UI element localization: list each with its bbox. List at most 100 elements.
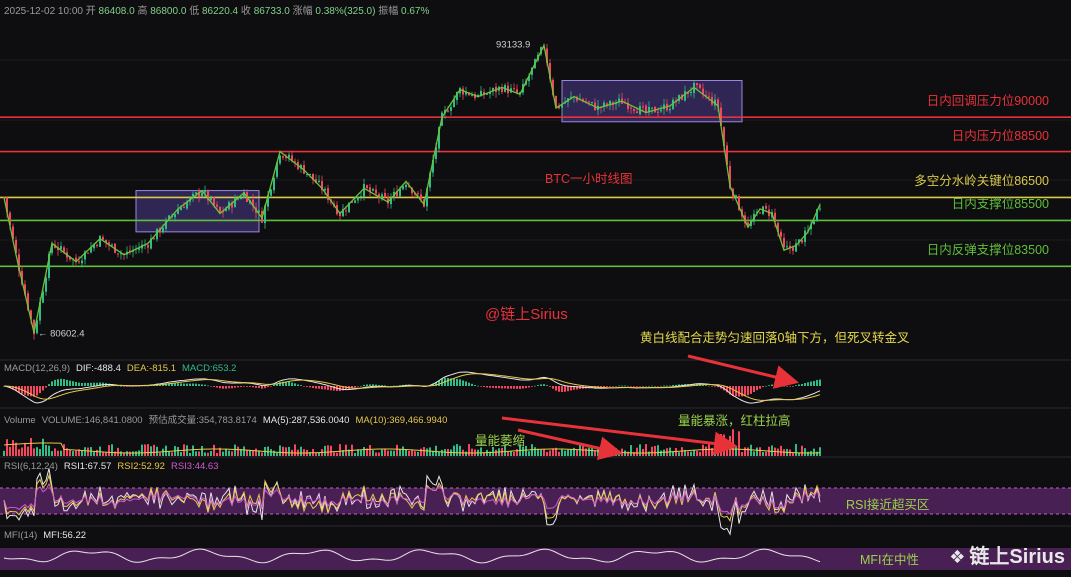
volume-bar	[687, 451, 689, 456]
volume-bar	[558, 451, 560, 456]
volume-bar	[135, 451, 137, 456]
candle-body	[684, 91, 686, 101]
macd-bar	[552, 386, 554, 389]
volume-bar	[759, 447, 761, 456]
volume-bar	[813, 448, 815, 456]
candle-body	[204, 190, 206, 193]
volume-bar	[540, 449, 542, 456]
volume-bar	[807, 451, 809, 456]
volume-bar	[390, 450, 392, 456]
macd-bar	[258, 386, 260, 389]
macd-bar	[657, 386, 659, 387]
macd-bar	[234, 386, 236, 388]
volume-bar	[624, 450, 626, 456]
volume-bar	[438, 451, 440, 456]
volume-bar	[747, 447, 749, 456]
macd-bar	[42, 386, 44, 391]
volume-bar	[222, 451, 224, 456]
candle-body	[210, 197, 212, 201]
candle-body	[96, 244, 98, 246]
volume-bar	[147, 444, 149, 456]
macd-bar	[528, 386, 530, 388]
volume-bar	[165, 445, 167, 456]
macd-bar	[519, 386, 521, 389]
macd-bar	[714, 386, 716, 387]
volume-spike-note: 量能暴涨，红柱拉高	[678, 414, 791, 428]
candle-body	[783, 237, 785, 248]
candle-body	[765, 205, 767, 209]
volume-bar	[588, 447, 590, 456]
macd-bar	[228, 386, 230, 389]
macd-bar	[762, 386, 764, 388]
macd-bar	[51, 381, 53, 386]
macd-bar	[789, 386, 791, 387]
volume-bar	[6, 439, 8, 456]
volume-bar	[756, 447, 758, 456]
candle-body	[372, 188, 374, 191]
macd-bar	[786, 386, 788, 387]
datetime: 2025-12-02 10:00	[4, 6, 83, 17]
volume-bar	[360, 450, 362, 456]
macd-bar	[816, 380, 818, 386]
candle-body	[690, 91, 692, 94]
macd-bar	[771, 384, 773, 386]
macd-bar	[765, 385, 767, 387]
macd-bar	[369, 384, 371, 386]
volume-bar	[141, 444, 143, 456]
macd-bar	[504, 386, 506, 389]
low-marker: ← 80602.4	[38, 329, 84, 340]
candle-body	[447, 110, 449, 112]
macd-bar	[804, 383, 806, 386]
volume-bar	[528, 451, 530, 456]
volume-bar	[396, 444, 398, 456]
macd-bar	[510, 386, 512, 389]
volume-bar	[111, 444, 113, 456]
candle-body	[360, 195, 362, 197]
macd-bar	[564, 386, 566, 392]
candle-body	[234, 197, 236, 208]
macd-bar	[483, 386, 485, 387]
macd-bar	[495, 386, 497, 389]
candle-body	[87, 252, 89, 254]
macd-bar	[255, 386, 257, 388]
volume-bar	[72, 451, 74, 456]
volume-bar	[495, 449, 497, 456]
volume-bar	[804, 448, 806, 456]
candle-body	[147, 245, 149, 248]
volume-bar	[570, 449, 572, 456]
btc-chart: 93133.9 ← 80602.4	[0, 39, 1071, 570]
macd-bar	[471, 383, 473, 386]
candle-body	[357, 196, 359, 201]
volume-bar	[204, 452, 206, 456]
candle-body	[630, 107, 632, 109]
volume-bar	[102, 452, 104, 456]
macd-bar	[795, 385, 797, 386]
volume-bar	[690, 451, 692, 456]
macd-bar	[639, 386, 641, 387]
macd-bar	[549, 386, 551, 387]
macd-bar	[501, 386, 503, 389]
macd-bar	[69, 380, 71, 386]
volume-bar	[117, 447, 119, 456]
macd-pane	[3, 371, 821, 404]
macd-bar	[81, 383, 83, 386]
macd-bar	[246, 386, 248, 387]
macd-bar	[534, 385, 536, 387]
volume-bar	[801, 445, 803, 456]
macd-dea-line	[3, 373, 821, 401]
candle-body	[366, 185, 368, 189]
macd-bar	[267, 386, 269, 388]
macd-bar	[654, 385, 656, 387]
volume-bar	[261, 452, 263, 456]
macd-bar	[561, 386, 563, 392]
macd-bar	[354, 386, 356, 388]
volume-bar	[372, 450, 374, 456]
volume-bar	[9, 446, 11, 456]
ohlc-header: 2025-12-02 10:00 开 86408.0 高 86800.0 低 8…	[4, 6, 430, 17]
candle-body	[201, 192, 203, 197]
candle-body	[345, 210, 347, 212]
volume-bar	[27, 446, 29, 456]
volume-bar	[213, 444, 215, 456]
macd-bar	[60, 378, 62, 386]
macd-bar	[522, 386, 524, 389]
